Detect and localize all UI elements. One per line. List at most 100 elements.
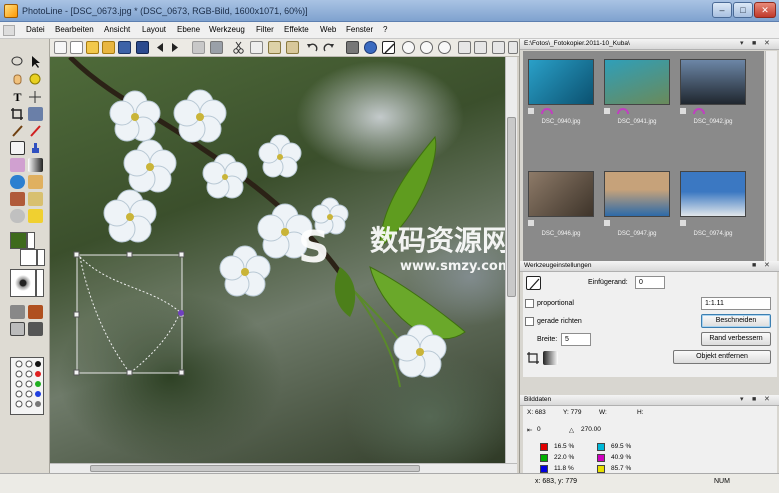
lasso-tool-icon[interactable] — [10, 55, 25, 69]
panel-pin-icon[interactable]: ■ — [752, 395, 756, 405]
view-mode-icon[interactable] — [10, 322, 25, 336]
close-button[interactable]: ✕ — [754, 2, 776, 18]
tools-icon[interactable] — [346, 41, 359, 54]
menu-fenster[interactable]: Fenster — [346, 25, 373, 34]
cut-icon[interactable] — [232, 41, 245, 54]
menu-ebene[interactable]: Ebene — [177, 25, 200, 34]
panel-close-icon[interactable]: ✕ — [764, 39, 770, 49]
save-icon[interactable] — [136, 41, 149, 54]
zoom-out-icon[interactable] — [420, 41, 433, 54]
new-file-icon[interactable] — [54, 41, 67, 54]
beschneiden-button[interactable]: Beschneiden — [701, 314, 771, 328]
horizontal-scroll-thumb[interactable] — [90, 465, 420, 472]
quickmask-icon[interactable] — [28, 305, 43, 319]
background-color-dropdown[interactable] — [37, 249, 45, 266]
paste-icon[interactable] — [268, 41, 281, 54]
view-full-icon[interactable] — [492, 41, 505, 54]
menu-layout[interactable]: Layout — [142, 25, 166, 34]
pencil-icon[interactable] — [28, 124, 43, 138]
toolbar-overflow-icon[interactable] — [508, 41, 518, 54]
mask-mode-icon[interactable] — [10, 305, 25, 319]
previous-icon[interactable] — [154, 41, 167, 54]
canvas-horizontal-scrollbar[interactable] — [50, 463, 517, 473]
proportional-checkbox[interactable] — [525, 299, 534, 308]
zoom-fit-icon[interactable] — [438, 41, 451, 54]
browser-icon[interactable] — [118, 41, 131, 54]
rand-verbessern-button[interactable]: Rand verbessern — [701, 332, 771, 346]
eraser-tool-icon[interactable] — [28, 175, 43, 189]
transform-tool-icon[interactable] — [28, 107, 43, 121]
panel-menu-icon[interactable]: ▾ — [740, 39, 744, 49]
fullscreen-mode-icon[interactable] — [28, 322, 43, 336]
thumbnail-4[interactable]: DSC_0947.jpg — [602, 169, 672, 257]
selection-brush-tool-icon[interactable] — [10, 141, 25, 155]
hand-tool-icon[interactable] — [10, 72, 25, 86]
shape-tool-icon[interactable] — [28, 72, 43, 86]
new-document-icon[interactable] — [70, 41, 83, 54]
redo-icon[interactable] — [322, 41, 335, 54]
menu-filter[interactable]: Filter — [256, 25, 274, 34]
image-canvas[interactable]: S 数码资源网 www.smzy.com — [50, 57, 505, 463]
menu-web[interactable]: Web — [320, 25, 336, 34]
breite-input[interactable]: 5 — [561, 333, 591, 346]
thumbnail-5[interactable]: DSC_0974.jpg — [678, 169, 748, 257]
menu-datei[interactable]: Datei — [26, 25, 45, 34]
copy-icon[interactable] — [250, 41, 263, 54]
bucket-tool-icon[interactable] — [10, 175, 25, 189]
channel-palette[interactable] — [10, 357, 44, 415]
menu-bearbeiten[interactable]: Bearbeiten — [55, 25, 94, 34]
background-color-swatch[interactable] — [20, 249, 37, 266]
pointer-tool-icon[interactable] — [28, 55, 43, 69]
print-icon[interactable] — [210, 41, 223, 54]
scan-icon[interactable] — [192, 41, 205, 54]
burn-tool-icon[interactable] — [28, 209, 43, 223]
smudge-tool-icon[interactable] — [10, 192, 25, 206]
brush-tool-icon[interactable] — [382, 41, 395, 54]
canvas-vertical-scrollbar[interactable] — [505, 57, 517, 463]
thumbnail-3[interactable]: DSC_0946.jpg — [526, 169, 596, 257]
view-actual-icon[interactable] — [474, 41, 487, 54]
view-fit-icon[interactable] — [458, 41, 471, 54]
gerade-richten-checkbox[interactable] — [525, 317, 534, 326]
vertical-scroll-thumb[interactable] — [507, 117, 516, 297]
undo-icon[interactable] — [306, 41, 319, 54]
menu-effekte[interactable]: Effekte — [284, 25, 309, 34]
move-tool-icon[interactable] — [28, 90, 43, 104]
crop-brush-icon[interactable] — [526, 276, 541, 290]
open-recent-icon[interactable] — [102, 41, 115, 54]
panel-menu-icon[interactable]: ▾ — [740, 395, 744, 405]
brush-size-dropdown[interactable] — [36, 269, 44, 297]
next-icon[interactable] — [168, 41, 181, 54]
stamp-tool-icon[interactable] — [28, 141, 43, 155]
zoom-in-icon[interactable] — [402, 41, 415, 54]
browser-scrollbar[interactable] — [765, 51, 777, 263]
proportional-select[interactable]: 1:1.11 — [701, 297, 771, 310]
menu-ansicht[interactable]: Ansicht — [104, 25, 130, 34]
menu-werkzeug[interactable]: Werkzeug — [209, 25, 245, 34]
thumbnail-1[interactable]: DSC_0941.jpg — [602, 57, 672, 145]
panel-close-icon[interactable]: ✕ — [764, 395, 770, 405]
menu-app-icon[interactable] — [3, 25, 15, 36]
open-folder-icon[interactable] — [86, 41, 99, 54]
paste-new-icon[interactable] — [286, 41, 299, 54]
panel-pin-icon[interactable]: ■ — [752, 39, 756, 49]
gradient-tool-icon[interactable] — [10, 158, 25, 172]
gradient-mini-icon[interactable] — [543, 351, 558, 365]
panel-close-icon[interactable]: ✕ — [764, 261, 770, 271]
menu-help[interactable]: ? — [383, 25, 387, 34]
objekt-entfernen-button[interactable]: Objekt entfernen — [673, 350, 771, 364]
maximize-button[interactable]: □ — [733, 2, 753, 18]
fill-tool-icon[interactable] — [28, 158, 43, 172]
panel-pin-icon[interactable]: ■ — [752, 261, 756, 271]
crop-mini-icon[interactable] — [526, 351, 541, 365]
info-icon[interactable] — [364, 41, 377, 54]
minimize-button[interactable]: – — [712, 2, 732, 18]
text-tool-icon[interactable]: T — [10, 90, 25, 104]
brush-icon[interactable] — [10, 124, 25, 138]
dodge-tool-icon[interactable] — [10, 209, 25, 223]
thumbnail-0[interactable]: DSC_0940.jpg — [526, 57, 596, 145]
foreground-color-dropdown[interactable] — [27, 232, 35, 249]
brush-preview[interactable] — [10, 269, 36, 297]
foreground-color-swatch[interactable] — [10, 232, 27, 249]
sponge-tool-icon[interactable] — [28, 192, 43, 206]
